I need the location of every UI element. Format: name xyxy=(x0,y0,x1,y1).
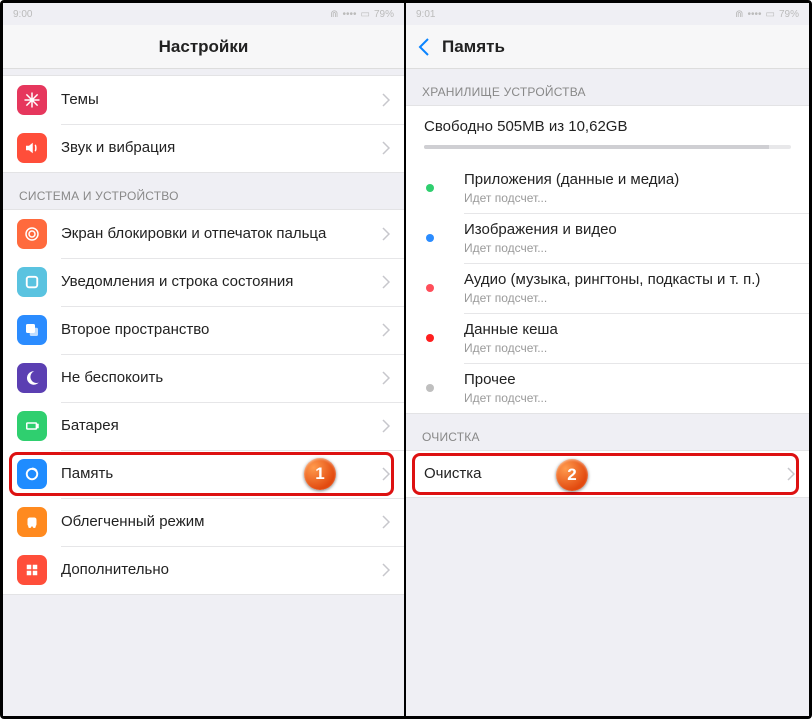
chevron-right-icon xyxy=(382,227,390,241)
fingerprint-icon xyxy=(17,219,47,249)
cat-cache[interactable]: Данные кеша Идет подсчет... xyxy=(406,313,809,363)
notifications-icon xyxy=(17,267,47,297)
dnd-icon xyxy=(17,363,47,393)
phone-settings: 9:00 ⋒ •••• ▭ 79% Настройки Темы xyxy=(3,3,406,716)
additional-icon xyxy=(17,555,47,585)
section-cleanup-label: ОЧИСТКА xyxy=(406,414,809,450)
chevron-right-icon xyxy=(382,419,390,433)
row-cleanup-label: Очистка xyxy=(424,465,781,484)
wifi-icon: ⋒ xyxy=(330,9,338,20)
signal-icon: •••• xyxy=(748,9,762,20)
chevron-right-icon xyxy=(382,371,390,385)
chevron-right-icon xyxy=(382,141,390,155)
phone-memory: 9:01 ⋒ •••• ▭ 79% Память ХРАНИЛИЩЕ УСТРО… xyxy=(406,3,809,716)
row-additional-label: Дополнительно xyxy=(61,561,376,580)
settings-scroll[interactable]: Темы Звук и вибрация СИСТЕМА И УСТРОЙСТВ… xyxy=(3,69,404,716)
section-storage-label: ХРАНИЛИЩЕ УСТРОЙСТВА xyxy=(406,69,809,105)
cat-apps[interactable]: Приложения (данные и медиа) Идет подсчет… xyxy=(406,163,809,213)
cat-audio[interactable]: Аудио (музыка, рингтоны, подкасты и т. п… xyxy=(406,263,809,313)
cat-cache-title: Данные кеша xyxy=(464,321,795,340)
row-notifications-label: Уведомления и строка состояния xyxy=(61,273,376,292)
chevron-right-icon xyxy=(382,323,390,337)
cat-other-sub: Идет подсчет... xyxy=(464,391,795,405)
dot-icon xyxy=(426,284,434,292)
chevron-right-icon xyxy=(382,563,390,577)
row-cleanup[interactable]: Очистка 2 xyxy=(406,450,809,498)
settings-group-system: Экран блокировки и отпечаток пальца Увед… xyxy=(3,209,404,595)
signal-icon: •••• xyxy=(343,9,357,20)
storage-bar-fill xyxy=(424,145,769,149)
dot-icon xyxy=(426,334,434,342)
cat-apps-title: Приложения (данные и медиа) xyxy=(464,171,795,190)
storage-summary: Свободно 505MB из 10,62GB xyxy=(406,105,809,163)
status-bar: 9:00 ⋒ •••• ▭ 79% xyxy=(3,3,404,25)
lite-mode-icon xyxy=(17,507,47,537)
row-lockscreen-label: Экран блокировки и отпечаток пальца xyxy=(61,225,376,244)
cat-images[interactable]: Изображения и видео Идет подсчет... xyxy=(406,213,809,263)
storage-category-list: Приложения (данные и медиа) Идет подсчет… xyxy=(406,163,809,414)
cat-cache-sub: Идет подсчет... xyxy=(464,341,795,355)
cat-other-title: Прочее xyxy=(464,371,795,390)
row-second-space-label: Второе пространство xyxy=(61,321,376,340)
chevron-right-icon xyxy=(382,275,390,289)
battery-icon: ▭ xyxy=(361,9,370,20)
storage-bar xyxy=(424,145,791,149)
back-button[interactable] xyxy=(418,38,430,56)
dot-icon xyxy=(426,384,434,392)
cat-other[interactable]: Прочее Идет подсчет... xyxy=(406,363,809,413)
cat-audio-title: Аудио (музыка, рингтоны, подкасты и т. п… xyxy=(464,271,795,290)
battery-pct: 79% xyxy=(374,9,394,20)
row-themes-label: Темы xyxy=(61,91,376,110)
storage-free-text: Свободно 505MB из 10,62GB xyxy=(424,118,791,135)
cat-audio-sub: Идет подсчет... xyxy=(464,291,795,305)
row-battery-label: Батарея xyxy=(61,417,376,436)
memory-header: Память xyxy=(406,25,809,69)
second-space-icon xyxy=(17,315,47,345)
row-dnd-label: Не беспокоить xyxy=(61,369,376,388)
dot-icon xyxy=(426,184,434,192)
battery-icon xyxy=(17,411,47,441)
row-dnd[interactable]: Не беспокоить xyxy=(3,354,404,402)
row-additional[interactable]: Дополнительно xyxy=(3,546,404,594)
status-time: 9:01 xyxy=(416,9,435,20)
row-themes[interactable]: Темы xyxy=(3,76,404,124)
section-system-label: СИСТЕМА И УСТРОЙСТВО xyxy=(3,173,404,209)
row-notifications[interactable]: Уведомления и строка состояния xyxy=(3,258,404,306)
themes-icon xyxy=(17,85,47,115)
battery-icon: ▭ xyxy=(766,9,775,20)
status-bar: 9:01 ⋒ •••• ▭ 79% xyxy=(406,3,809,25)
page-title: Настройки xyxy=(3,25,404,69)
storage-icon xyxy=(17,459,47,489)
memory-scroll[interactable]: ХРАНИЛИЩЕ УСТРОЙСТВА Свободно 505MB из 1… xyxy=(406,69,809,716)
annotation-badge-2: 2 xyxy=(556,459,588,491)
row-second-space[interactable]: Второе пространство xyxy=(3,306,404,354)
annotation-badge-1: 1 xyxy=(304,458,336,490)
row-sound-label: Звук и вибрация xyxy=(61,139,376,158)
cat-images-sub: Идет подсчет... xyxy=(464,241,795,255)
battery-pct: 79% xyxy=(779,9,799,20)
row-sound[interactable]: Звук и вибрация xyxy=(3,124,404,172)
chevron-right-icon xyxy=(787,467,795,481)
row-lite-mode[interactable]: Облегченный режим xyxy=(3,498,404,546)
cat-images-title: Изображения и видео xyxy=(464,221,795,240)
row-storage[interactable]: Память 1 xyxy=(3,450,404,498)
dot-icon xyxy=(426,234,434,242)
row-lite-mode-label: Облегченный режим xyxy=(61,513,376,532)
settings-title: Настройки xyxy=(159,37,249,57)
row-battery[interactable]: Батарея xyxy=(3,402,404,450)
status-time: 9:00 xyxy=(13,9,32,20)
row-lockscreen[interactable]: Экран блокировки и отпечаток пальца xyxy=(3,210,404,258)
wifi-icon: ⋒ xyxy=(735,9,743,20)
settings-group-personal: Темы Звук и вибрация xyxy=(3,75,404,173)
memory-title: Память xyxy=(442,37,505,57)
cat-apps-sub: Идет подсчет... xyxy=(464,191,795,205)
chevron-right-icon xyxy=(382,93,390,107)
chevron-right-icon xyxy=(382,467,390,481)
sound-icon xyxy=(17,133,47,163)
chevron-right-icon xyxy=(382,515,390,529)
